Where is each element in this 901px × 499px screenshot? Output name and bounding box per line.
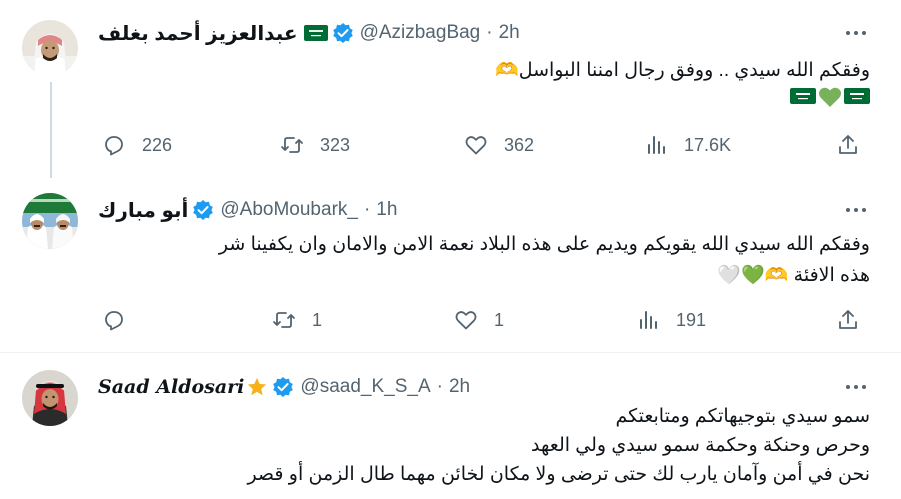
tweet-text: وفقكم الله سيدي .. ووفق رجال امننا البوا… xyxy=(98,55,870,86)
green-heart-icon xyxy=(818,86,842,110)
saudi-flag-icon xyxy=(844,86,870,110)
views-button[interactable]: 17.6K xyxy=(644,130,731,160)
tweet-text-line: هذه الافئة 🫶💚🤍 xyxy=(717,265,870,286)
tweet-1[interactable]: عبدالعزيز أحمد بغلف @AzizbagBag · 2h وفق… xyxy=(0,0,901,178)
retweet-icon xyxy=(273,312,295,328)
reply-button[interactable]: 226 xyxy=(102,130,172,160)
more-icon[interactable] xyxy=(839,198,873,222)
tweet-actions: 226 323 362 17.6K xyxy=(98,130,870,160)
heart-icon xyxy=(465,136,487,155)
display-name[interactable]: أبو مبارك xyxy=(98,198,188,223)
avatar[interactable] xyxy=(22,370,78,426)
separator-dot: · xyxy=(486,22,493,43)
timestamp[interactable]: 2h xyxy=(499,22,520,44)
thread-line xyxy=(50,82,52,178)
views-icon xyxy=(648,136,665,154)
tweet-text: وفقكم الله سيدي الله يقويكم ويديم على هذ… xyxy=(98,229,870,291)
heart-icon xyxy=(455,311,477,330)
tweet-header: أبو مبارك @AboMoubark_ · 1h xyxy=(98,198,397,222)
view-count: 17.6K xyxy=(684,134,732,155)
share-button[interactable] xyxy=(836,305,860,335)
verified-badge-icon xyxy=(192,199,214,221)
share-icon xyxy=(839,135,857,154)
verified-badge-icon xyxy=(332,22,354,44)
share-button[interactable] xyxy=(836,130,860,160)
like-count: 1 xyxy=(494,309,505,330)
reply-icon xyxy=(105,311,123,331)
like-button[interactable]: 362 xyxy=(464,130,534,160)
retweet-count: 1 xyxy=(312,309,323,330)
timestamp[interactable]: 2h xyxy=(449,376,470,398)
views-button[interactable]: 191 xyxy=(636,305,706,335)
tweet-text-line: سمو سيدي بتوجيهاتكم ومتابعتكم xyxy=(615,406,870,427)
saudi-flag-icon xyxy=(303,25,328,41)
retweet-count: 323 xyxy=(320,134,351,155)
reply-button[interactable] xyxy=(102,305,142,335)
like-button[interactable]: 1 xyxy=(454,305,504,335)
views-icon xyxy=(640,311,657,329)
avatar[interactable] xyxy=(22,20,78,76)
star-icon xyxy=(246,376,268,398)
verified-badge-icon xyxy=(272,376,294,398)
tweet-actions: 1 1 191 xyxy=(98,305,870,335)
handle[interactable]: @AzizbagBag xyxy=(360,22,481,44)
retweet-button[interactable]: 1 xyxy=(272,305,322,335)
separator-dot: · xyxy=(363,199,371,220)
handle[interactable]: @AboMoubark_ xyxy=(220,199,358,221)
reply-count: 226 xyxy=(142,134,173,155)
tweet-text-line: وفقكم الله سيدي .. ووفق رجال امننا البوا… xyxy=(495,60,870,81)
retweet-icon xyxy=(281,137,303,153)
display-name[interactable]: عبدالعزيز أحمد بغلف xyxy=(98,21,298,46)
tweet-text: سمو سيدي بتوجيهاتكم ومتابعتكم وحرص وحنكة… xyxy=(98,402,870,489)
tweet-text-line: نحن في أمن وآمان يارب لك حتى ترضى ولا مك… xyxy=(247,464,870,485)
like-count: 362 xyxy=(504,134,535,155)
tweet-3[interactable]: Saad Aldosari @saad_K_S_A · 2h سمو سيدي … xyxy=(0,353,901,499)
more-icon[interactable] xyxy=(839,375,873,399)
tweet-text-line: وفقكم الله سيدي الله يقويكم ويديم على هذ… xyxy=(218,234,870,255)
handle[interactable]: @saad_K_S_A xyxy=(300,376,430,398)
separator-dot: · xyxy=(436,376,443,397)
timestamp[interactable]: 1h xyxy=(376,199,397,221)
avatar[interactable] xyxy=(22,193,78,249)
display-name[interactable]: Saad Aldosari xyxy=(98,376,244,398)
view-count: 191 xyxy=(676,309,707,330)
reply-icon xyxy=(105,136,123,156)
tweet-header: Saad Aldosari @saad_K_S_A · 2h xyxy=(98,375,470,399)
saudi-flag-icon xyxy=(790,86,816,110)
retweet-button[interactable]: 323 xyxy=(280,130,350,160)
tweet-2[interactable]: أبو مبارك @AboMoubark_ · 1h وفقكم الله س… xyxy=(0,178,901,352)
emoji-row xyxy=(790,86,870,110)
more-icon[interactable] xyxy=(839,21,873,45)
tweet-text-line: وحرص وحنكة وحكمة سمو سيدي ولي العهد xyxy=(531,435,870,456)
tweet-header: عبدالعزيز أحمد بغلف @AzizbagBag · 2h xyxy=(98,21,520,45)
share-icon xyxy=(839,310,857,329)
